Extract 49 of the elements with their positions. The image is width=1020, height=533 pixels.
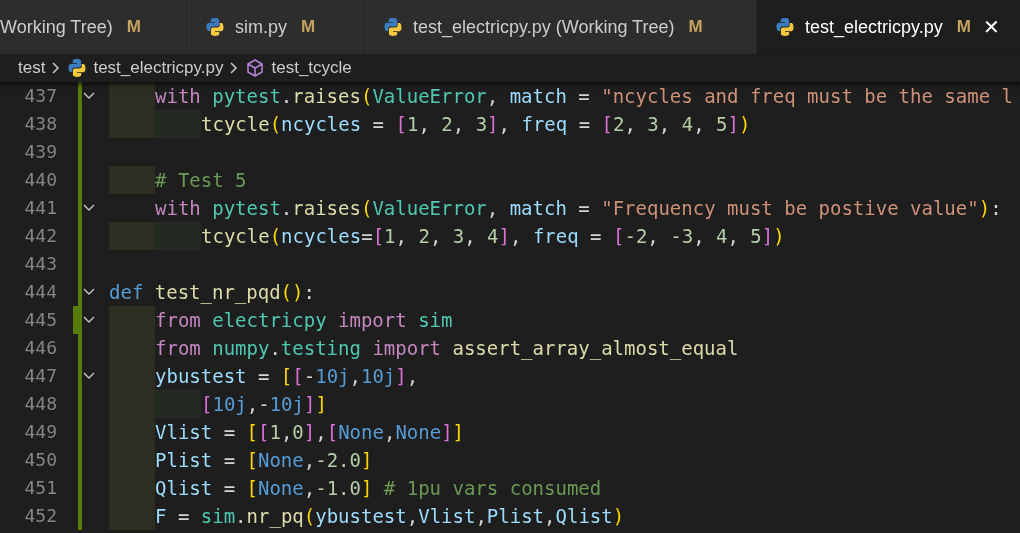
code-line: tcycle(ncycles = [1, 2, 3], freq = [2, 3, 4, 5]): [109, 110, 751, 138]
line-number: 442: [23, 224, 57, 248]
code-line: Qlist = [None,-1.0] # 1pu vars consumed: [109, 474, 602, 502]
fold-chevron-icon[interactable]: [82, 203, 96, 213]
line-number: 452: [23, 504, 57, 528]
fold-chevron-icon[interactable]: [82, 371, 96, 381]
cube-icon: [245, 58, 266, 78]
python-icon: [67, 58, 88, 78]
line-number: 448: [23, 392, 57, 416]
python-icon: [383, 17, 403, 37]
chevron-icon: [229, 61, 240, 75]
line-number: 439: [23, 140, 57, 164]
python-icon: [205, 17, 225, 37]
chevron-icon: [51, 61, 62, 75]
line-number: 443: [23, 252, 57, 276]
line-number: 447: [23, 364, 57, 388]
line-number: 451: [23, 476, 57, 500]
line-number: 450: [23, 448, 57, 472]
line-number: 440: [23, 168, 57, 192]
line-number: 449: [23, 420, 57, 444]
fold-chevron-icon[interactable]: [82, 91, 96, 101]
editor-tab[interactable]: test_electricpy.py M ✕: [757, 0, 1020, 54]
line-number: 437: [23, 84, 57, 108]
line-number: 444: [23, 280, 57, 304]
line-number: 441: [23, 196, 57, 220]
breadcrumb-item[interactable]: test_electricpy.py: [67, 55, 224, 81]
fold-chevron-icon[interactable]: [82, 287, 96, 297]
editor-tab[interactable]: Working Tree) M: [0, 0, 187, 54]
code-line: # Test 5: [109, 166, 247, 194]
code-line: tcycle(ncycles=[1, 2, 3, 4], freq = [-2, -3, 4, 5]): [109, 222, 785, 250]
line-number: 446: [23, 336, 57, 360]
code-line: Vlist = [[1,0],[None,None]]: [109, 418, 465, 446]
code-line: from electricpy import sim: [109, 306, 453, 334]
code-line: F = sim.nr_pq(ybustest,Vlist,Plist,Qlist): [109, 502, 625, 530]
editor-tab[interactable]: test_electricpy.py (Working Tree) M: [365, 0, 757, 54]
code-line: ybustest = [[-10j,10j],: [109, 362, 419, 390]
breadcrumb-item[interactable]: test_tcycle: [245, 55, 352, 81]
line-number: 445: [23, 308, 57, 332]
python-icon: [775, 17, 795, 37]
code-line: with pytest.raises(ValueError, match = "ncycles and freq must be the same l: [109, 82, 1013, 110]
code-line: [10j,-10j]]: [109, 390, 327, 418]
breadcrumb-item[interactable]: test: [18, 55, 46, 81]
editor-tab[interactable]: sim.py M: [187, 0, 365, 54]
line-number: 438: [23, 112, 57, 136]
code-line: with pytest.raises(ValueError, match = "Frequency must be postive value"):: [154, 196, 1002, 221]
code-line: from numpy.testing import assert_array_almost_equal: [109, 334, 739, 362]
code-line: Plist = [None,-2.0]: [109, 446, 373, 474]
code-line: def test_nr_pqd():: [109, 280, 315, 306]
fold-chevron-icon[interactable]: [82, 315, 96, 325]
